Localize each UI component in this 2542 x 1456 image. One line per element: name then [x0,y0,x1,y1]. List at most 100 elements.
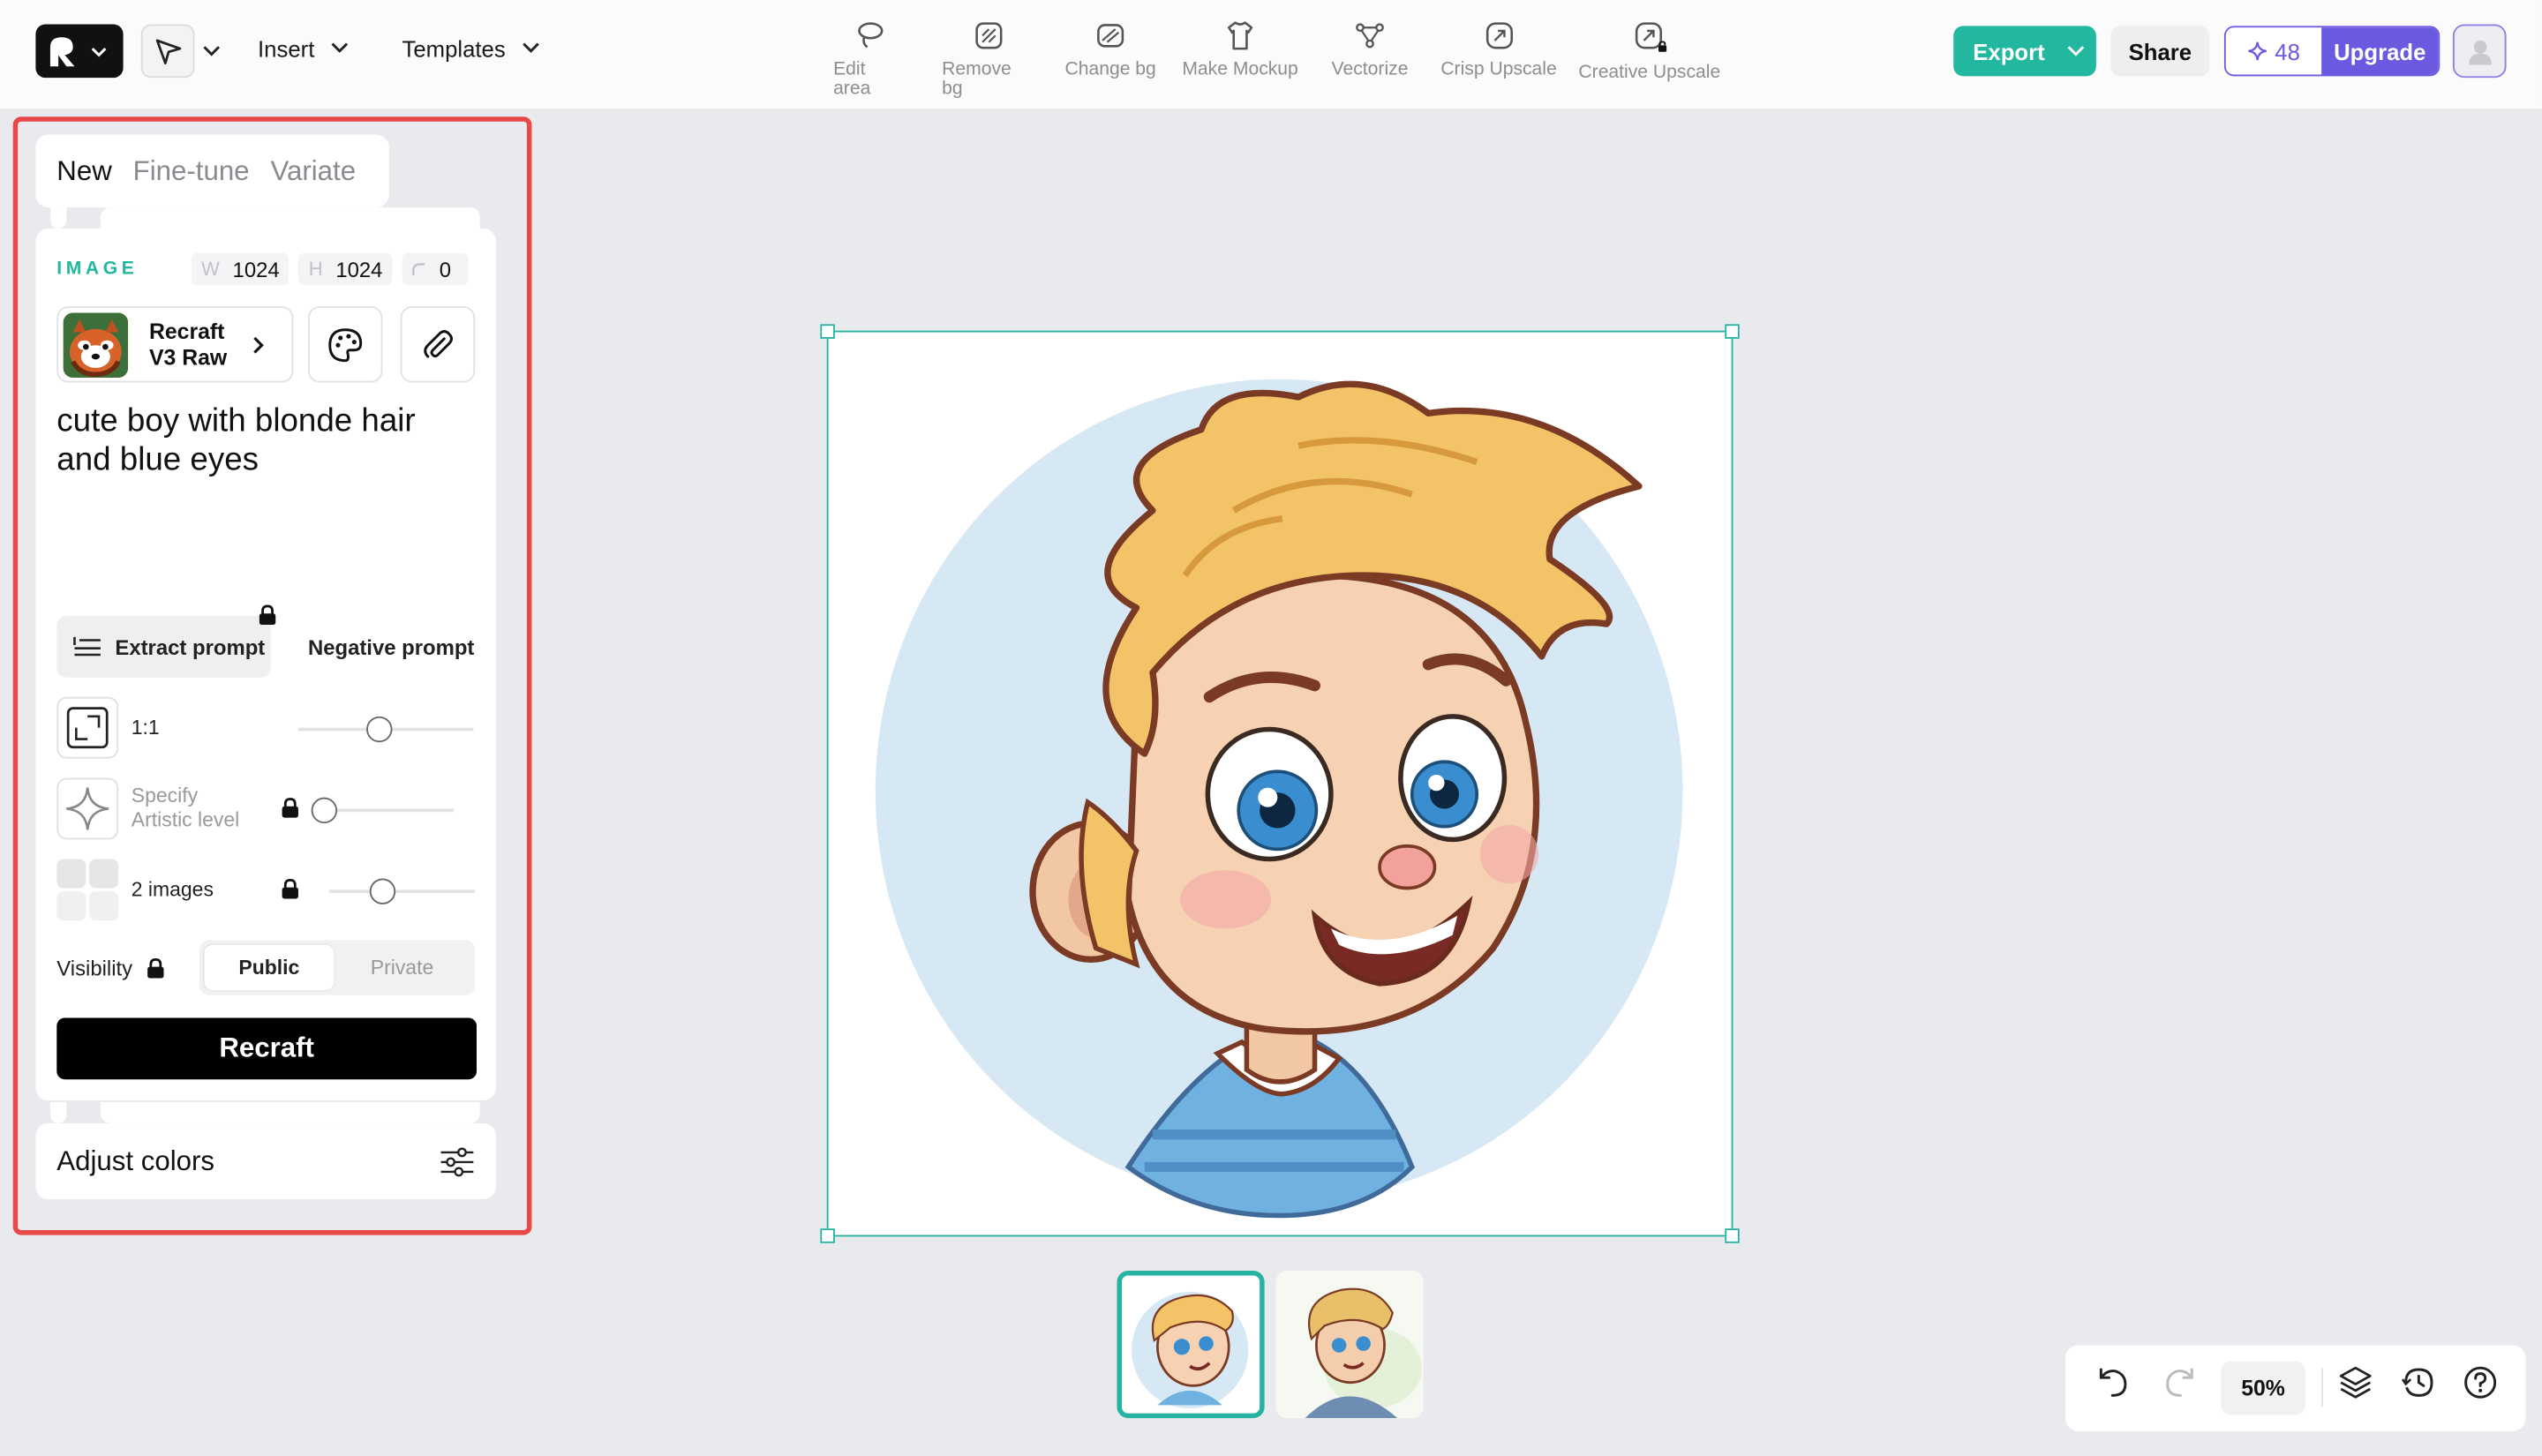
change-bg-tool[interactable]: Change bg [1064,19,1158,79]
adjust-colors-button[interactable]: Adjust colors [35,1123,496,1199]
variant-thumbnail[interactable] [1117,1271,1264,1418]
credits-counter[interactable]: 48 [2226,27,2321,74]
tab-new[interactable]: New [56,154,111,187]
view-controls: 50% [2065,1345,2526,1430]
logo-menu-button[interactable] [35,25,123,79]
user-avatar[interactable] [2453,25,2507,79]
resize-handle[interactable] [820,324,835,339]
make-mockup-tool[interactable]: Make Mockup [1180,19,1300,79]
aspect-ratio-icon [64,705,109,750]
mode-tabs: New Fine-tune Variate [35,134,388,207]
lock-icon [281,878,300,899]
visibility-public-option[interactable]: Public [204,945,334,990]
tab-fine-tune[interactable]: Fine-tune [133,154,250,187]
image-label: IMAGE [56,259,192,279]
chevron-right-icon [250,334,266,354]
visibility-row: Visibility [56,957,165,981]
vectorize-label: Vectorize [1332,60,1409,79]
remove-bg-tool[interactable]: Remove bg [942,19,1036,99]
tab-variate[interactable]: Variate [270,154,356,187]
slider-handle[interactable] [312,798,337,823]
artistic-level-slider[interactable] [312,809,455,813]
image-settings-row: IMAGE W 1024 H 1024 0 [56,254,478,283]
templates-menu[interactable]: Templates [402,35,540,61]
chevron-down-icon [522,41,539,56]
paperclip-icon [420,326,455,362]
extract-prompt-label: Extract prompt [115,634,265,659]
lasso-icon [854,19,886,52]
insert-menu[interactable]: Insert [258,35,349,61]
redo-button[interactable] [2162,1365,2198,1400]
corner-radius-value: 0 [440,257,451,281]
resize-handle[interactable] [1725,324,1740,339]
artistic-level-button[interactable] [56,778,118,840]
recraft-button[interactable]: Recraft [56,1017,477,1079]
corner-radius-icon [412,262,427,277]
upgrade-button[interactable]: Upgrade [2321,27,2438,74]
export-button[interactable]: Export [1953,26,2096,76]
layers-button[interactable] [2338,1365,2373,1400]
visibility-label: Visibility [56,957,132,981]
recraft-logo-icon [45,34,80,69]
share-label: Share [2129,38,2192,64]
text-lines-icon [73,635,102,658]
sliders-icon [440,1145,475,1178]
height-key: H [309,258,323,281]
aspect-ratio-slider[interactable] [298,728,473,732]
adjust-colors-label: Adjust colors [56,1145,214,1178]
help-icon [2463,1365,2498,1400]
upscale-icon [1483,19,1515,52]
top-toolbar: Insert Templates Edit area Remove bg Cha… [0,0,2542,110]
slider-handle[interactable] [370,878,395,904]
undo-button[interactable] [2095,1365,2130,1400]
sparkle-icon [2247,41,2268,62]
help-button[interactable] [2463,1365,2498,1400]
panel-connector [50,1102,66,1123]
credits-upgrade-group: 48 Upgrade [2224,26,2440,76]
height-value: 1024 [335,257,382,281]
extract-prompt-button[interactable]: Extract prompt [56,616,270,678]
credits-count: 48 [2275,38,2300,64]
change-bg-icon [1094,19,1127,52]
crisp-upscale-label: Crisp Upscale [1440,60,1556,79]
model-name: Recraft V3 Raw [149,319,250,371]
edit-area-tool[interactable]: Edit area [833,19,906,99]
model-selector[interactable]: Recraft V3 Raw [56,306,293,382]
width-value: 1024 [233,257,280,281]
crisp-upscale-tool[interactable]: Crisp Upscale [1440,19,1558,79]
vectorize-tool[interactable]: Vectorize [1329,19,1410,79]
chevron-down-icon [2067,43,2085,59]
lock-icon [281,798,300,819]
sparkle-icon [64,784,112,833]
lock-icon [258,604,277,626]
negative-prompt-button[interactable]: Negative prompt [308,635,474,660]
history-button[interactable] [2401,1365,2436,1400]
chevron-down-icon [331,41,349,56]
aspect-ratio-label: 1:1 [132,716,160,740]
variant-thumbnail[interactable] [1275,1271,1423,1418]
select-tool-button[interactable] [141,25,195,79]
zoom-level[interactable]: 50% [2221,1362,2305,1415]
resize-handle[interactable] [1725,1228,1740,1243]
visibility-private-option[interactable]: Private [334,945,470,990]
divider [2321,1368,2323,1407]
image-count-icon[interactable] [56,859,118,920]
height-field[interactable]: H 1024 [299,253,393,286]
share-button[interactable]: Share [2110,26,2209,76]
redo-icon [2162,1365,2198,1400]
chevron-down-icon[interactable] [203,44,221,60]
prompt-input[interactable]: cute boy with blonde hair and blue eyes [56,402,462,480]
aspect-ratio-button[interactable] [56,697,118,759]
attach-button[interactable] [401,306,475,382]
artistic-level-label: Specify Artistic level [132,784,239,833]
remove-bg-icon [973,19,1005,52]
slider-handle[interactable] [366,717,392,742]
creative-upscale-tool[interactable]: Creative Upscale [1577,19,1721,83]
cursor-icon [154,36,183,65]
corner-radius-field[interactable]: 0 [402,253,469,286]
width-field[interactable]: W 1024 [192,253,290,286]
history-icon [2401,1365,2436,1400]
style-palette-button[interactable] [308,306,382,382]
resize-handle[interactable] [820,1228,835,1243]
image-count-slider[interactable] [329,889,475,893]
